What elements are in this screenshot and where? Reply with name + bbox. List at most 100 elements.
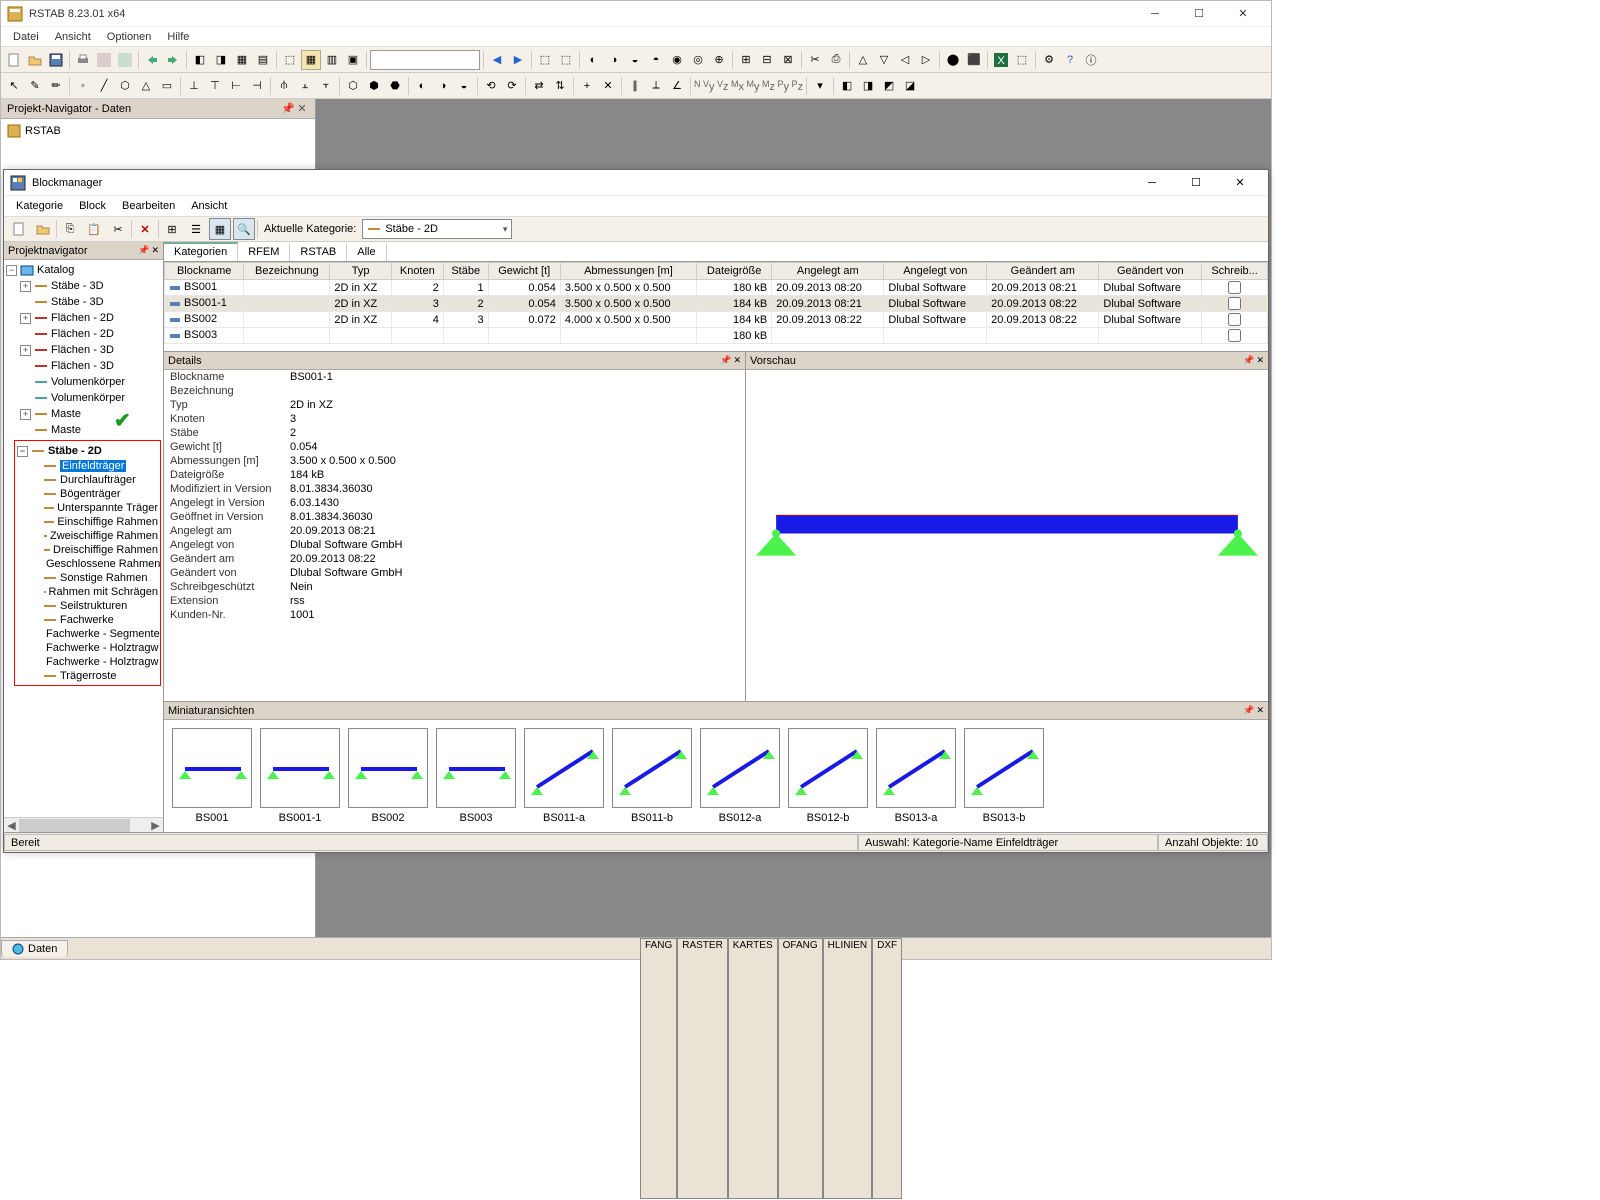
toggle-raster[interactable]: RASTER — [677, 938, 728, 1199]
expand-icon[interactable] — [20, 361, 31, 372]
thumbnail[interactable]: BS011-a — [524, 728, 604, 824]
print-icon[interactable] — [73, 50, 93, 70]
tree-subitem[interactable]: Trägerroste — [43, 669, 158, 683]
pin-icon[interactable]: 📌 — [1243, 705, 1254, 716]
readonly-checkbox[interactable] — [1228, 281, 1241, 294]
tab-rstab[interactable]: RSTAB — [290, 242, 347, 261]
bm-tb-list[interactable]: ☰ — [185, 218, 207, 240]
bm-minimize[interactable]: ─ — [1130, 177, 1174, 189]
tb-icon[interactable]: ⊕ — [709, 50, 729, 70]
tb2-icon[interactable]: ⟲ — [481, 76, 501, 96]
tb2-icon[interactable]: ▭ — [157, 76, 177, 96]
tb-icon[interactable]: ◑ — [604, 50, 624, 70]
tb2-icon[interactable]: ⬡ — [115, 76, 135, 96]
tree-group-stabe2d[interactable]: − Stäbe - 2D — [17, 443, 158, 459]
bm-tb-cut[interactable]: ✂ — [107, 218, 129, 240]
bm-tb-paste[interactable]: 📋 — [83, 218, 105, 240]
expand-icon[interactable]: + — [20, 281, 31, 292]
tb-icon[interactable]: ⬚ — [1012, 50, 1032, 70]
tree-subitem[interactable]: Seilstrukturen — [43, 599, 158, 613]
tree-subitem[interactable]: Unterspannte Träger — [43, 501, 158, 515]
tree-subitem[interactable]: Fachwerke - Holztragw — [43, 655, 158, 669]
excel-icon[interactable]: X — [991, 50, 1011, 70]
tree-item[interactable]: Stäbe - 3D — [20, 294, 161, 310]
tb-icon[interactable]: ▦ — [232, 50, 252, 70]
tree-subitem[interactable]: Fachwerke — [43, 613, 158, 627]
tree-subitem[interactable]: Fachwerke - Segmente — [43, 627, 158, 641]
tb2-icon[interactable]: ⬣ — [385, 76, 405, 96]
preview-canvas[interactable] — [746, 370, 1268, 701]
expand-icon[interactable]: + — [20, 345, 31, 356]
tb-icon[interactable]: ⊠ — [778, 50, 798, 70]
tree-subitem[interactable]: Rahmen mit Schrägen — [43, 585, 158, 599]
expand-icon[interactable]: + — [20, 409, 31, 420]
close-button[interactable]: ✕ — [1221, 3, 1265, 25]
tree-item[interactable]: Flächen - 2D — [20, 326, 161, 342]
tree-subitem[interactable]: Sonstige Rahmen — [43, 571, 158, 585]
grid-header[interactable]: Typ — [330, 263, 391, 280]
tree-subitem[interactable]: Durchlaufträger — [43, 473, 158, 487]
tree-item[interactable]: + Stäbe - 3D — [20, 278, 161, 294]
tree-item[interactable]: Volumenkörper — [20, 390, 161, 406]
tb2-icon[interactable]: ⇅ — [550, 76, 570, 96]
tb-icon[interactable]: ⊟ — [757, 50, 777, 70]
tb2-icon[interactable]: ↖ — [4, 76, 24, 96]
grid-header[interactable]: Angelegt am — [772, 263, 884, 280]
tb-icon[interactable]: ◓ — [646, 50, 666, 70]
tb2-icon[interactable]: ✎ — [25, 76, 45, 96]
tb-icon[interactable]: ▣ — [343, 50, 363, 70]
grid-header[interactable]: Bezeichnung — [244, 263, 330, 280]
grid-header[interactable]: Knoten — [391, 263, 443, 280]
footer-tab-daten[interactable]: Daten — [1, 940, 68, 957]
thumbnail[interactable]: BS012-b — [788, 728, 868, 824]
grid-header[interactable]: Geändert von — [1099, 263, 1202, 280]
expand-icon[interactable] — [20, 393, 31, 404]
pin-icon[interactable]: 📌 — [1243, 355, 1254, 366]
tb2-icon[interactable]: ◦ — [73, 76, 93, 96]
grid-header[interactable]: Blockname — [165, 263, 244, 280]
save-icon[interactable] — [46, 50, 66, 70]
bm-tb-open[interactable] — [32, 218, 54, 240]
tb2-icon[interactable]: + — [577, 76, 597, 96]
expand-icon[interactable] — [20, 425, 31, 436]
tb2-icon[interactable]: ⊥ — [184, 76, 204, 96]
readonly-checkbox[interactable] — [1228, 329, 1241, 342]
tb-icon[interactable]: ◒ — [625, 50, 645, 70]
menu-hilfe[interactable]: Hilfe — [159, 29, 197, 45]
tb2-icon[interactable]: ⫛ — [274, 76, 294, 96]
tb2-icon[interactable]: ◑ — [433, 76, 453, 96]
tb2-icon[interactable]: ⫠ — [295, 76, 315, 96]
tb2-icon[interactable]: △ — [136, 76, 156, 96]
tb2-icon[interactable]: ⫟ — [316, 76, 336, 96]
tb-icon[interactable]: ▥ — [322, 50, 342, 70]
tb-icon[interactable] — [94, 50, 114, 70]
grid-row[interactable]: BS001 2D in XZ21 0.0543.500 x 0.500 x 0.… — [165, 280, 1268, 296]
bm-tb-new[interactable] — [8, 218, 30, 240]
tb2-icon[interactable]: ⊢ — [226, 76, 246, 96]
close-icon[interactable]: ✕ — [1256, 705, 1264, 716]
tb-icon[interactable] — [115, 50, 135, 70]
tb-icon[interactable]: ◨ — [211, 50, 231, 70]
tb2-icon[interactable]: ◩ — [879, 76, 899, 96]
tb2-icon[interactable]: ⟳ — [502, 76, 522, 96]
close-icon[interactable]: ✕ — [151, 245, 159, 256]
tree-item[interactable]: + Flächen - 3D — [20, 342, 161, 358]
tab-alle[interactable]: Alle — [347, 242, 386, 261]
thumbnail[interactable]: BS001 — [172, 728, 252, 824]
bm-menu-block[interactable]: Block — [71, 198, 114, 214]
toggle-dxf[interactable]: DXF — [872, 938, 902, 1199]
tree-subitem[interactable]: Einfeldträger — [43, 459, 158, 473]
tree-item[interactable]: Maste — [20, 422, 161, 438]
tb2-icon[interactable]: ╱ — [94, 76, 114, 96]
tb-icon[interactable]: △ — [853, 50, 873, 70]
tree-root[interactable]: − Katalog — [6, 262, 161, 278]
open-icon[interactable] — [25, 50, 45, 70]
tb2-icon[interactable]: ✏ — [46, 76, 66, 96]
help-icon[interactable]: ? — [1060, 50, 1080, 70]
thumbnail[interactable]: BS011-b — [612, 728, 692, 824]
tb-icon[interactable]: ⚙ — [1039, 50, 1059, 70]
toggle-fang[interactable]: FANG — [640, 938, 677, 1199]
toggle-ofang[interactable]: OFANG — [778, 938, 823, 1199]
tb-icon[interactable]: ▷ — [916, 50, 936, 70]
tb-icon[interactable]: ⬚ — [535, 50, 555, 70]
